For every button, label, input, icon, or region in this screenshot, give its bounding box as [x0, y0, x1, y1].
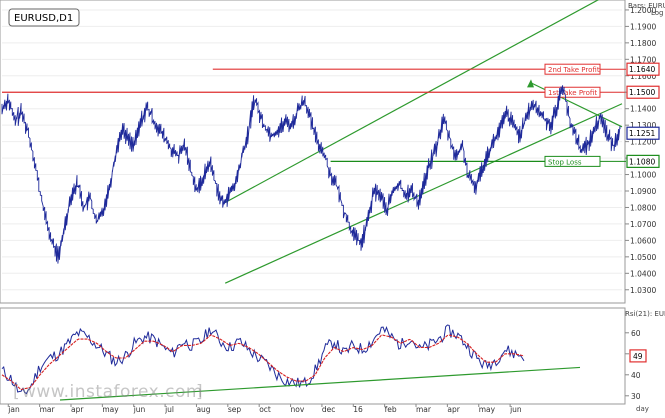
price-tick-label: 1.1900 [630, 22, 656, 31]
time-tick-label: feb [385, 405, 397, 414]
watermark-close-bracket: ] [196, 382, 203, 402]
level-price-text: 1.1640 [629, 65, 655, 74]
rsi-tick-label: 30 [631, 392, 641, 401]
time-tick-label: dec [322, 405, 336, 414]
x-axis-unit: day [636, 405, 649, 413]
level-price-text: 1.1080 [629, 157, 655, 166]
price-tick-label: 1.0400 [630, 269, 656, 278]
rsi-value-text: 49 [633, 352, 643, 361]
price-tick-label: 1.0600 [630, 236, 656, 245]
price-tick-label: 1.0800 [630, 203, 656, 212]
time-tick-label: may [479, 405, 496, 414]
watermark-open-bracket: [ [13, 382, 20, 402]
time-tick-label: aug [196, 405, 210, 414]
time-tick-label: jun [133, 405, 146, 414]
time-tick-label: jun [509, 405, 522, 414]
log-label: Log [651, 9, 664, 17]
rsi-tick-label: 40 [631, 371, 641, 380]
time-tick-label: nov [291, 405, 305, 414]
time-tick-label: oct [259, 405, 271, 414]
level-price-text: 1.1500 [629, 88, 655, 97]
level-label: Stop Loss [548, 158, 582, 166]
price-tick-label: 1.1400 [630, 105, 656, 114]
time-tick-label: sep [228, 405, 242, 414]
time-axis: jan mar apr may jun jul aug sep oct nov dec 16 feb ma… [7, 404, 522, 414]
chart-frame: 2nd Take Profit1st Take ProfitStop Loss … [0, 0, 665, 418]
rsi-title: Rsi(21): EUR [625, 310, 665, 318]
current-price-text: 1.1251 [629, 129, 655, 138]
price-tick-label: 1.1800 [630, 39, 656, 48]
time-tick-label: may [102, 405, 119, 414]
symbol-badge: EURUSD,D1 [8, 8, 80, 27]
main-panel [0, 0, 626, 304]
watermark-text: www.instaforex.com [22, 382, 203, 402]
level-label: 1st Take Profit [548, 89, 597, 97]
symbol-title: EURUSD,D1 [14, 13, 73, 24]
level-label: 2nd Take Profit [548, 66, 600, 74]
price-tick-label: 1.1000 [630, 171, 656, 180]
time-tick-label: jan [7, 405, 20, 414]
price-tick-label: 1.0700 [630, 220, 656, 229]
time-tick-label: mar [416, 405, 432, 414]
rsi-tick-label: 60 [631, 329, 641, 338]
time-tick-label: apr [71, 405, 84, 414]
price-tick-label: 1.0500 [630, 253, 656, 262]
price-tick-label: 1.0300 [630, 286, 656, 295]
watermark: [ www.instaforex.com ] [13, 382, 203, 402]
time-tick-label: mar [40, 405, 56, 414]
time-tick-label: 16 [353, 405, 363, 414]
time-tick-label: apr [447, 405, 460, 414]
price-tick-label: 1.0900 [630, 187, 656, 196]
